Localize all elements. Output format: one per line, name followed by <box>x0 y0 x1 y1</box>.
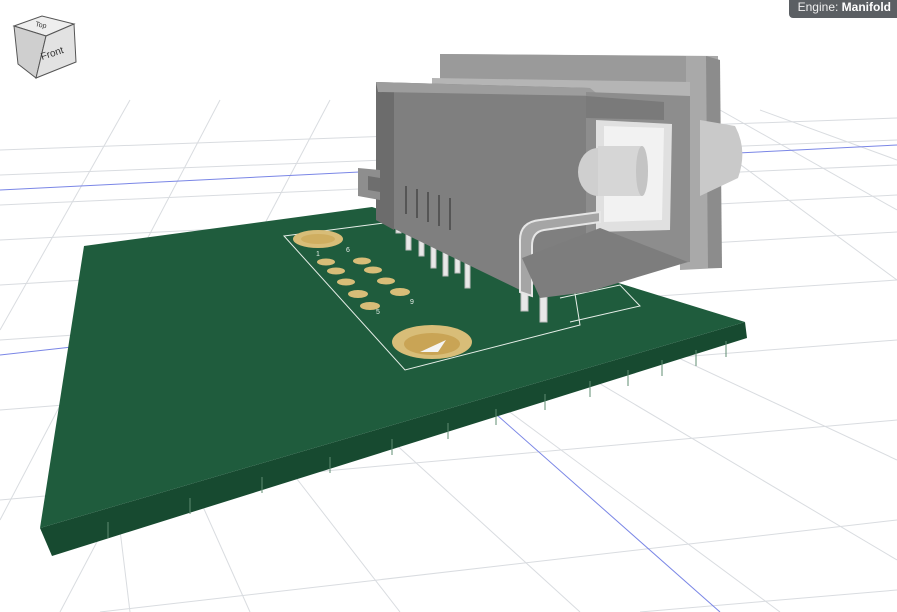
pin-6-label: 6 <box>346 247 350 254</box>
engine-value: Manifold <box>841 0 891 14</box>
engine-label: Engine: <box>797 0 839 14</box>
pin-pad <box>348 290 368 298</box>
pin-pad <box>353 257 371 265</box>
3d-viewport[interactable]: 1 6 5 9 Top Front <box>0 0 897 612</box>
pin-pad <box>364 266 382 274</box>
pin-pad <box>327 267 345 275</box>
pin-9-label: 9 <box>410 299 414 306</box>
pin-pad <box>377 277 395 285</box>
pin-pad <box>317 258 335 266</box>
engine-badge[interactable]: Engine: Manifold <box>788 0 897 18</box>
view-cube[interactable]: Top Front <box>12 15 77 79</box>
pin-pad <box>390 288 410 296</box>
pin-pad <box>337 278 355 286</box>
pin-5-label: 5 <box>376 309 380 316</box>
connector-rear-shell <box>700 120 743 196</box>
pin-1-label: 1 <box>316 251 320 258</box>
